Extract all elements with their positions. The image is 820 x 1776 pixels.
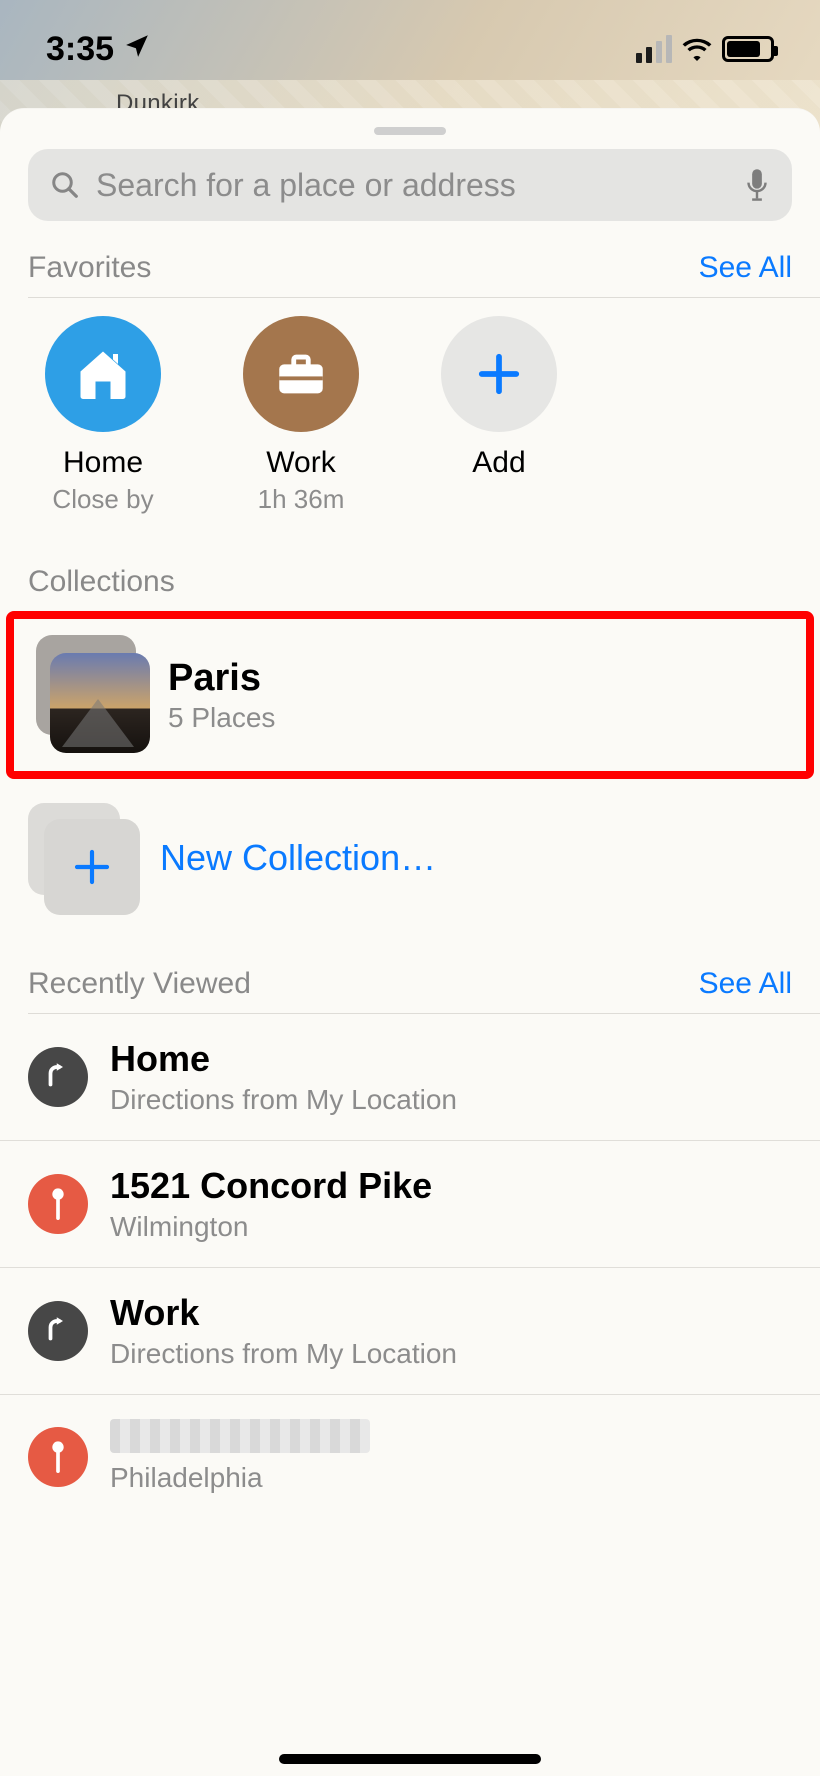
favorite-work[interactable]: Work 1h 36m	[226, 316, 376, 515]
cellular-signal-icon	[636, 35, 672, 63]
search-icon	[50, 170, 80, 200]
pin-icon	[28, 1174, 88, 1234]
recent-title: Work	[110, 1292, 457, 1334]
favorite-label: Home	[63, 446, 143, 480]
recent-title-redacted	[110, 1419, 370, 1453]
pin-icon	[28, 1427, 88, 1487]
recently-viewed-header: Recently Viewed	[28, 967, 251, 1001]
recent-item-concord-pike[interactable]: 1521 Concord Pike Wilmington	[0, 1141, 820, 1268]
recent-title: Home	[110, 1038, 457, 1080]
plus-icon	[441, 316, 557, 432]
recent-item-home[interactable]: Home Directions from My Location	[0, 1014, 820, 1141]
favorites-see-all[interactable]: See All	[699, 251, 792, 285]
briefcase-icon	[243, 316, 359, 432]
new-collection[interactable]: New Collection…	[0, 779, 820, 947]
favorite-home[interactable]: Home Close by	[28, 316, 178, 515]
search-input[interactable]	[96, 167, 728, 204]
recent-item-work[interactable]: Work Directions from My Location	[0, 1268, 820, 1395]
collection-paris[interactable]: Paris 5 Places	[6, 611, 814, 779]
status-time: 3:35	[46, 30, 114, 69]
collection-thumbnail	[36, 635, 146, 755]
maps-search-sheet: Favorites See All Home Close by Work 1h …	[0, 108, 820, 1776]
recent-sub: Philadelphia	[110, 1462, 370, 1494]
collection-sub: 5 Places	[168, 702, 275, 734]
home-indicator[interactable]	[279, 1754, 541, 1764]
recently-viewed-see-all[interactable]: See All	[699, 967, 792, 1001]
recent-sub: Wilmington	[110, 1211, 432, 1243]
dictation-icon[interactable]	[744, 168, 770, 202]
sheet-grabber[interactable]	[374, 127, 446, 135]
new-collection-label: New Collection…	[160, 837, 436, 879]
recent-item-philadelphia[interactable]: Philadelphia	[0, 1395, 820, 1518]
favorite-label: Add	[472, 446, 525, 480]
location-services-icon	[124, 32, 150, 66]
recent-sub: Directions from My Location	[110, 1338, 457, 1370]
recent-sub: Directions from My Location	[110, 1084, 457, 1116]
home-icon	[45, 316, 161, 432]
favorite-add[interactable]: Add	[424, 316, 574, 515]
directions-icon	[28, 1047, 88, 1107]
collections-header: Collections	[28, 565, 175, 599]
favorites-row: Home Close by Work 1h 36m Add	[0, 298, 820, 525]
favorites-header: Favorites	[28, 251, 151, 285]
recently-viewed-list: Home Directions from My Location 1521 Co…	[0, 1014, 820, 1518]
wifi-icon	[682, 37, 712, 61]
favorite-sub: 1h 36m	[258, 484, 345, 515]
collection-title: Paris	[168, 657, 275, 700]
favorite-sub: Close by	[52, 484, 153, 515]
favorite-label: Work	[266, 446, 335, 480]
search-field[interactable]	[28, 149, 792, 221]
plus-icon	[72, 847, 112, 887]
pyramid-icon	[62, 699, 134, 747]
recent-title: 1521 Concord Pike	[110, 1165, 432, 1207]
battery-icon	[722, 36, 774, 62]
directions-icon	[28, 1301, 88, 1361]
status-bar: 3:35	[0, 24, 820, 74]
new-collection-thumbnail	[28, 803, 138, 913]
